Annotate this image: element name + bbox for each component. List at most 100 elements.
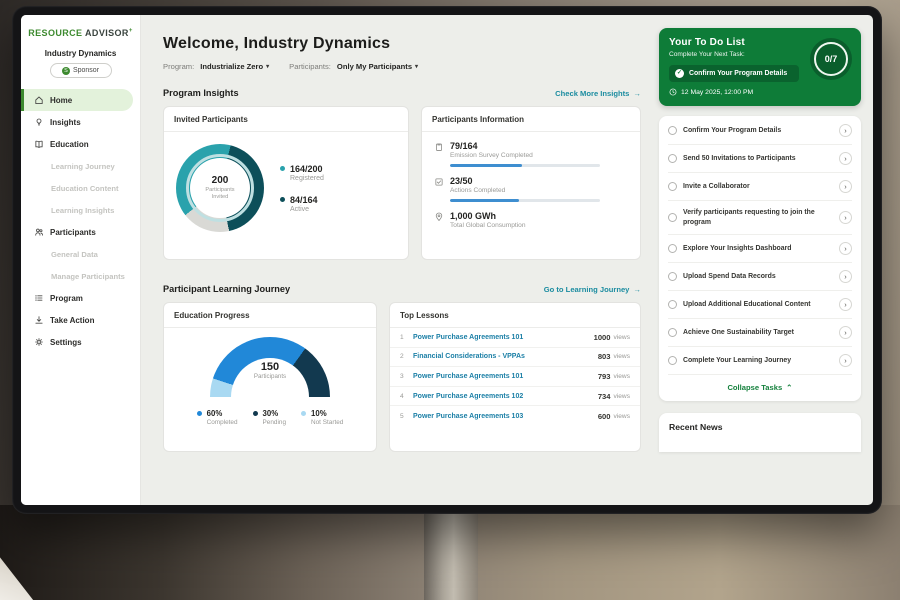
- task-checkbox[interactable]: [668, 213, 677, 222]
- legend-item-completed: 60% Completed: [197, 409, 238, 426]
- sidebar-item-manage-participants[interactable]: Manage Participants: [21, 265, 140, 287]
- legend-item-active: 84/164 Active: [280, 195, 324, 213]
- learning-cards-row: Education Progress 150 Participants: [163, 302, 641, 452]
- card-title: Participants Information: [422, 107, 640, 132]
- chevron-right-icon[interactable]: ›: [839, 326, 852, 339]
- sponsor-icon: S: [62, 67, 70, 75]
- logo-resource: RESOURCE: [28, 28, 82, 38]
- gear-icon: [34, 337, 44, 347]
- section-title: Participant Learning Journey: [163, 284, 290, 294]
- task-checkbox[interactable]: [668, 126, 677, 135]
- chevron-up-icon: ⌃: [786, 383, 792, 392]
- chevron-right-icon[interactable]: ›: [839, 242, 852, 255]
- task-row[interactable]: Send 50 Invitations to Participants ›: [668, 145, 852, 173]
- task-row[interactable]: Achieve One Sustainability Target ›: [668, 319, 852, 347]
- dashboard-screen: RESOURCE ADVISOR+ Industry Dynamics S Sp…: [21, 15, 873, 505]
- task-checkbox[interactable]: [668, 328, 677, 337]
- lesson-link[interactable]: Power Purchase Agreements 103: [413, 413, 598, 420]
- tasks-card: Confirm Your Program Details › Send 50 I…: [659, 116, 861, 401]
- download-icon: [34, 315, 44, 325]
- chevron-right-icon[interactable]: ›: [839, 152, 852, 165]
- chevron-right-icon[interactable]: ›: [839, 270, 852, 283]
- invited-donut-chart: 200 Participants Invited: [176, 144, 264, 232]
- task-checkbox[interactable]: [668, 272, 677, 281]
- card-title: Invited Participants: [164, 107, 408, 132]
- sidebar-item-participants[interactable]: Participants: [21, 221, 140, 243]
- task-row[interactable]: Invite a Collaborator ›: [668, 173, 852, 201]
- lesson-row: 1 Power Purchase Agreements 101 1000 vie…: [390, 328, 640, 348]
- legend-dot: [280, 166, 285, 171]
- lesson-row: 4 Power Purchase Agreements 102 734 view…: [390, 387, 640, 407]
- sidebar-item-learning-insights[interactable]: Learning Insights: [21, 199, 140, 221]
- arrow-right-icon: →: [633, 285, 641, 294]
- sponsor-badge[interactable]: S Sponsor: [50, 63, 112, 78]
- task-row[interactable]: Upload Additional Educational Content ›: [668, 291, 852, 319]
- task-checkbox[interactable]: [668, 300, 677, 309]
- check-more-insights-link[interactable]: Check More Insights →: [555, 89, 641, 98]
- chevron-right-icon[interactable]: ›: [839, 354, 852, 367]
- sidebar-item-education-content[interactable]: Education Content: [21, 177, 140, 199]
- check-icon: ✓: [675, 69, 684, 78]
- monitor-bezel: RESOURCE ADVISOR+ Industry Dynamics S Sp…: [12, 6, 882, 514]
- task-row[interactable]: Complete Your Learning Journey ›: [668, 347, 852, 375]
- sidebar-item-take-action[interactable]: Take Action: [21, 309, 140, 331]
- stat-global-consumption: 1,000 GWh Total Global Consumption: [434, 211, 628, 229]
- chevron-down-icon: ▾: [415, 63, 418, 70]
- main-content: Welcome, Industry Dynamics Program: Indu…: [141, 15, 649, 505]
- legend-item-pending: 30% Pending: [253, 409, 286, 426]
- list-icon: [34, 293, 44, 303]
- go-to-learning-journey-link[interactable]: Go to Learning Journey →: [544, 285, 641, 294]
- next-task-due: 12 May 2025, 12:00 PM: [669, 88, 851, 96]
- filters-bar: Program: Industrialize Zero ▾ Participan…: [163, 62, 637, 71]
- logo-advisor: ADVISOR: [85, 28, 129, 38]
- task-checkbox[interactable]: [668, 356, 677, 365]
- checklist-icon: [434, 177, 444, 187]
- task-row[interactable]: Explore Your Insights Dashboard ›: [668, 235, 852, 263]
- legend-dot: [197, 411, 202, 416]
- location-pin-icon: [434, 212, 444, 222]
- lesson-link[interactable]: Financial Considerations - VPPAs: [413, 353, 598, 360]
- lesson-link[interactable]: Power Purchase Agreements 101: [413, 373, 598, 380]
- task-checkbox[interactable]: [668, 154, 677, 163]
- todo-progress-ring: 0/7: [810, 38, 852, 80]
- sidebar-item-program[interactable]: Program: [21, 287, 140, 309]
- top-lessons-card: Top Lessons 1 Power Purchase Agreements …: [389, 302, 641, 452]
- sidebar-item-learning-journey[interactable]: Learning Journey: [21, 155, 140, 177]
- chevron-right-icon[interactable]: ›: [839, 298, 852, 311]
- clipboard-icon: [434, 142, 444, 152]
- sidebar-item-settings[interactable]: Settings: [21, 331, 140, 353]
- task-row[interactable]: Verify participants requesting to join t…: [668, 201, 852, 235]
- todo-panel: Your To Do List Complete Your Next Task:…: [649, 15, 873, 505]
- donut-center-value: 200: [212, 175, 229, 186]
- card-title: Top Lessons: [390, 303, 640, 328]
- sidebar-item-general-data[interactable]: General Data: [21, 243, 140, 265]
- sidebar-item-insights[interactable]: Insights: [21, 111, 140, 133]
- task-checkbox[interactable]: [668, 244, 677, 253]
- education-gauge-chart: 150 Participants: [210, 337, 330, 398]
- lesson-row: 3 Power Purchase Agreements 101 793 view…: [390, 367, 640, 387]
- lesson-row: 5 Power Purchase Agreements 103 600 view…: [390, 406, 640, 426]
- legend-dot: [301, 411, 306, 416]
- participants-select[interactable]: Only My Participants ▾: [337, 62, 418, 71]
- sidebar-item-home[interactable]: Home: [21, 89, 133, 111]
- participants-filter-label: Participants:: [289, 62, 331, 71]
- program-select[interactable]: Industrialize Zero ▾: [200, 62, 269, 71]
- program-insights-header: Program Insights Check More Insights →: [163, 88, 641, 98]
- book-icon: [34, 139, 44, 149]
- sponsor-label: Sponsor: [73, 67, 99, 74]
- stat-actions-completed: 23/50 Actions Completed: [434, 176, 628, 202]
- task-row[interactable]: Confirm Your Program Details ›: [668, 117, 852, 145]
- chevron-right-icon[interactable]: ›: [839, 124, 852, 137]
- chevron-right-icon[interactable]: ›: [839, 180, 852, 193]
- people-icon: [34, 227, 44, 237]
- collapse-tasks-button[interactable]: Collapse Tasks ⌃: [668, 375, 852, 397]
- task-row[interactable]: Upload Spend Data Records ›: [668, 263, 852, 291]
- lesson-link[interactable]: Power Purchase Agreements 101: [413, 334, 594, 341]
- next-task-pill[interactable]: ✓ Confirm Your Program Details: [669, 65, 799, 82]
- arrow-right-icon: →: [633, 89, 641, 98]
- task-checkbox[interactable]: [668, 182, 677, 191]
- lesson-link[interactable]: Power Purchase Agreements 102: [413, 393, 598, 400]
- legend-item-registered: 164/200 Registered: [280, 164, 324, 182]
- chevron-right-icon[interactable]: ›: [839, 211, 852, 224]
- sidebar-item-education[interactable]: Education: [21, 133, 140, 155]
